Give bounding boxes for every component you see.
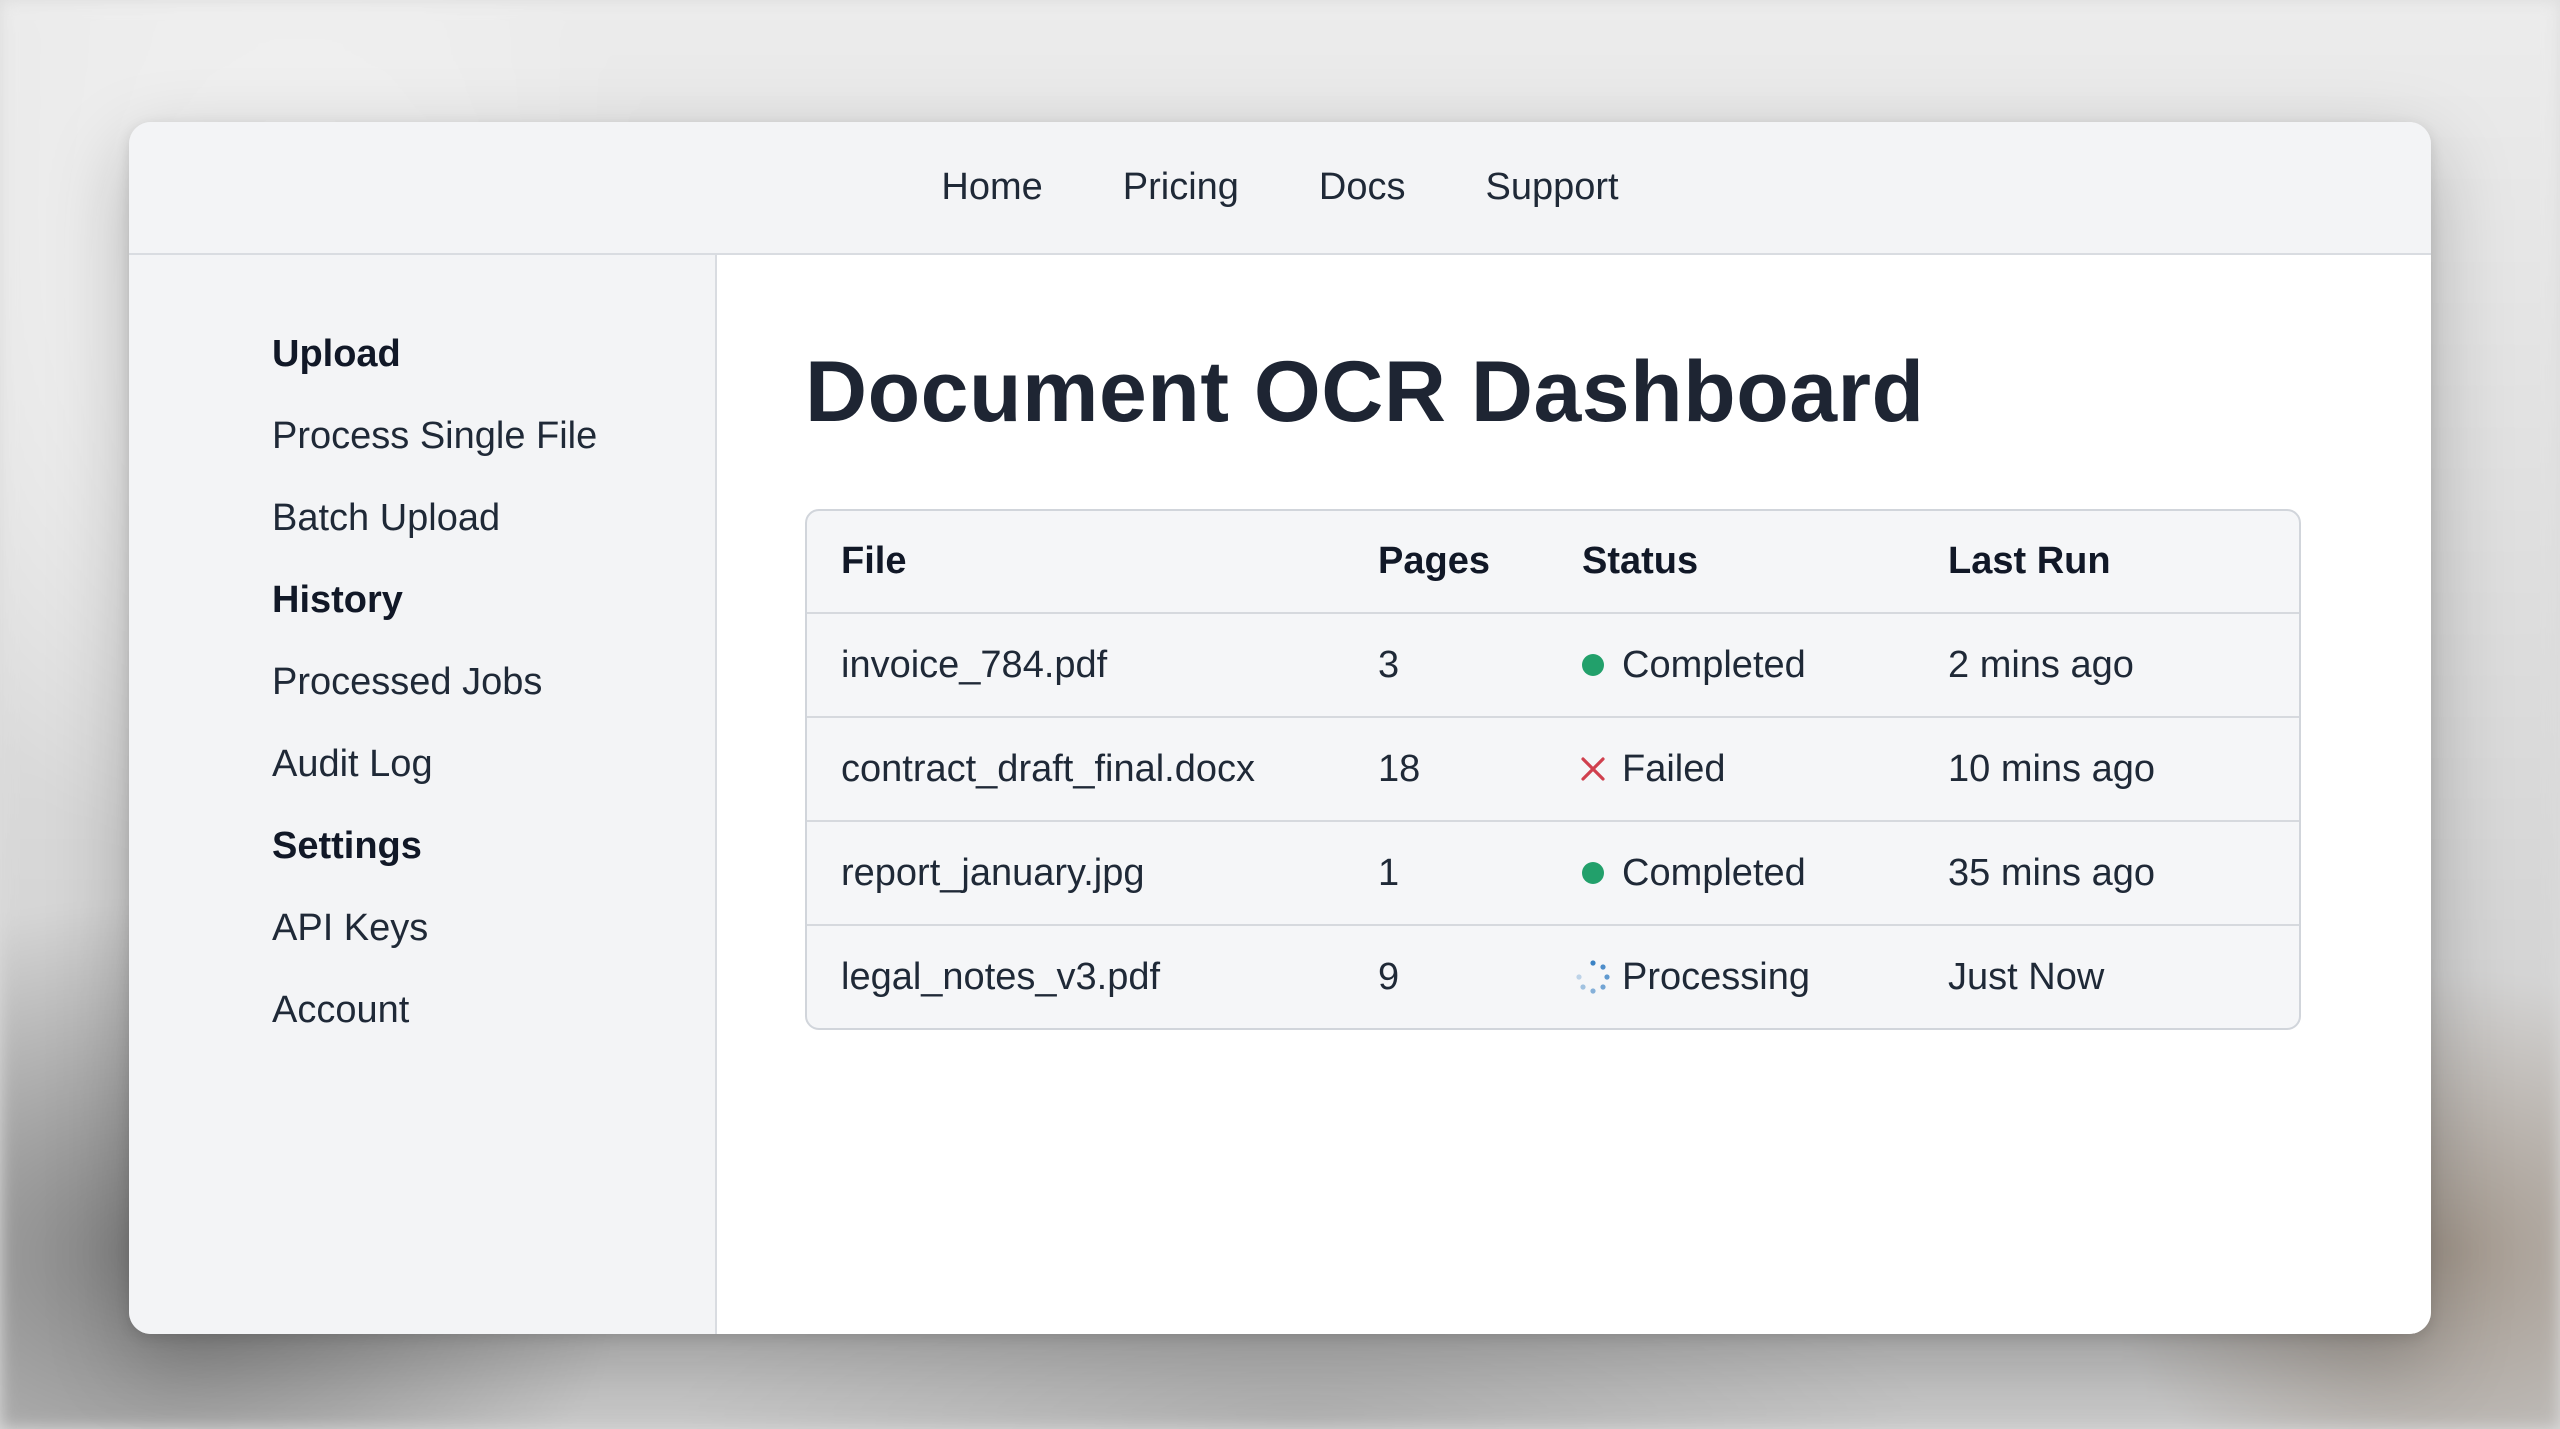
sidebar-heading-upload: Upload [272,333,401,375]
green-dot-icon [1574,854,1612,892]
cell-pages: 1 [1378,851,1400,894]
sidebar-item-batch-upload[interactable]: Batch Upload [272,497,715,539]
status-label: Completed [1622,643,1806,686]
table-row[interactable]: contract_draft_final.docx 18 Failed 10 m… [807,716,2299,820]
column-header-file[interactable]: File [807,540,1378,583]
table-row[interactable]: legal_notes_v3.pdf 9 Processing Just Now [807,924,2299,1028]
sidebar-item-process-single-file[interactable]: Process Single File [272,415,715,457]
sidebar-group-history: History Processed Jobs Audit Log [272,579,715,785]
cell-pages: 3 [1378,643,1400,686]
green-dot-icon [1574,646,1612,684]
cell-file: report_january.jpg [841,851,1145,894]
page-title: Document OCR Dashboard [805,344,1925,440]
sidebar-item-audit-log[interactable]: Audit Log [272,743,715,785]
sidebar-item-processed-jobs[interactable]: Processed Jobs [272,661,715,703]
table-header-row: File Pages Status Last Run [807,511,2299,612]
sidebar-item-api-keys[interactable]: API Keys [272,907,715,949]
nav-home[interactable]: Home [941,166,1042,209]
sidebar-heading-settings: Settings [272,825,422,867]
main-panel: Document OCR Dashboard File Pages Status… [717,255,2431,1334]
table-row[interactable]: invoice_784.pdf 3 Completed 2 mins ago [807,612,2299,716]
content-area: Upload Process Single File Batch Upload … [129,255,2431,1334]
cell-pages: 18 [1378,747,1421,790]
sidebar-group-upload: Upload Process Single File Batch Upload [272,333,715,539]
cell-last-run: 10 mins ago [1948,747,2156,790]
nav-support[interactable]: Support [1486,166,1619,209]
status-label: Processing [1622,955,1810,998]
cell-pages: 9 [1378,955,1400,998]
status-label: Completed [1622,851,1806,894]
nav-pricing[interactable]: Pricing [1123,166,1239,209]
cell-status: Completed [1582,644,1948,687]
sidebar-item-account[interactable]: Account [272,989,715,1031]
sidebar: Upload Process Single File Batch Upload … [129,255,717,1334]
cell-status: Completed [1582,852,1948,895]
cell-status: Processing [1576,955,1948,999]
column-header-pages[interactable]: Pages [1378,540,1582,583]
nav-docs[interactable]: Docs [1319,166,1406,209]
spinner-icon [1574,958,1612,996]
cell-last-run: 35 mins ago [1948,851,2156,894]
cell-last-run: 2 mins ago [1948,643,2134,686]
sidebar-group-settings: Settings API Keys Account [272,825,715,1031]
column-header-status[interactable]: Status [1582,540,1948,583]
cell-file: invoice_784.pdf [841,643,1108,686]
sidebar-heading-history: History [272,579,403,621]
cell-status: Failed [1581,747,1948,791]
top-nav: Home Pricing Docs Support [129,122,2431,255]
table-row[interactable]: report_january.jpg 1 Completed 35 mins a… [807,820,2299,924]
cell-file: contract_draft_final.docx [841,747,1256,790]
column-header-last-run[interactable]: Last Run [1948,540,2299,583]
app-window: Home Pricing Docs Support Upload Process… [129,122,2431,1334]
cell-file: legal_notes_v3.pdf [841,955,1161,998]
jobs-table: File Pages Status Last Run invoice_784.p… [805,509,2301,1030]
status-label: Failed [1622,747,1726,790]
cell-last-run: Just Now [1948,955,2105,998]
red-x-icon [1574,750,1612,788]
